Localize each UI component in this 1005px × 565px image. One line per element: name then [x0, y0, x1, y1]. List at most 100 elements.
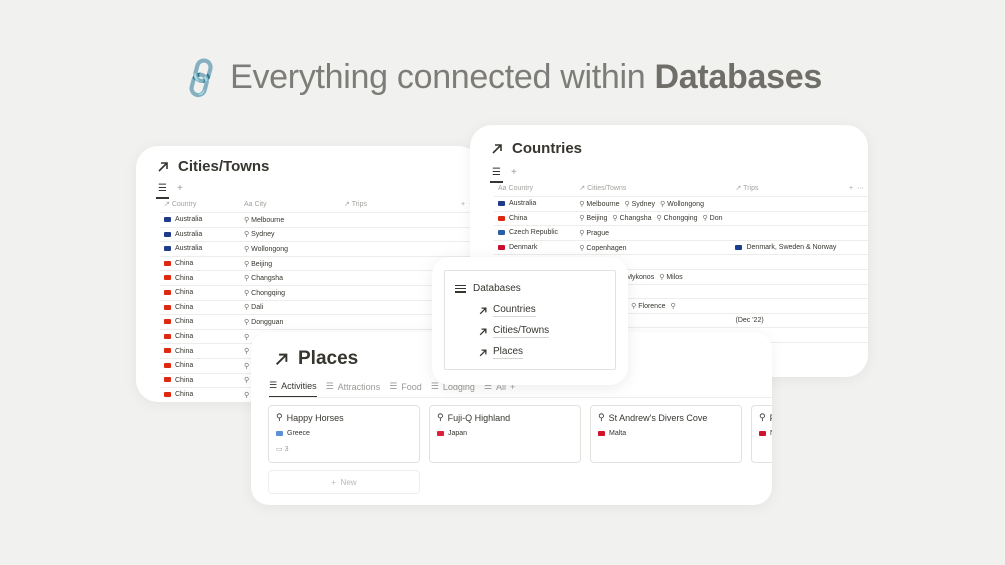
country-cell[interactable]: China: [160, 387, 240, 402]
cities-cell[interactable]: ⚲ Prague: [575, 225, 732, 241]
flag-icon: [437, 431, 444, 436]
place-card[interactable]: ⚲ Happy Horses Greece ▭ 3: [268, 405, 420, 463]
city-cell[interactable]: ⚲ Dali: [240, 300, 340, 316]
trips-cell[interactable]: [731, 196, 841, 212]
place-country: N: [759, 430, 772, 437]
cities-title-text: Cities/Towns: [178, 158, 270, 175]
country-cell[interactable]: China: [494, 211, 576, 227]
country-cell[interactable]: Denmark: [494, 240, 576, 256]
list-icon: ☰: [430, 381, 439, 391]
country-cell[interactable]: China: [160, 270, 240, 286]
city-cell[interactable]: ⚲ Beijing: [240, 256, 340, 272]
table-row[interactable]: China ⚲ Beijing ⚲ Changsha ⚲ Chongqing ⚲ Don: [494, 211, 868, 227]
cities-cell[interactable]: ⚲ Melbourne ⚲ Sydney ⚲ Wollongong: [575, 196, 732, 212]
list-icon: ☰: [325, 381, 334, 391]
table-row[interactable]: Australia ⚲ Melbourne ⚲ Sydney ⚲ Wollongong: [494, 196, 868, 212]
table-row[interactable]: Czech Republic ⚲ Prague: [494, 225, 868, 241]
cities-title[interactable]: Cities/Towns: [156, 158, 269, 175]
country-cell[interactable]: China: [160, 343, 240, 359]
country-cell[interactable]: China: [160, 373, 240, 389]
menu-item-countries[interactable]: Countries: [478, 304, 536, 317]
country-cell[interactable]: Czech Republic: [494, 225, 576, 241]
countries-title[interactable]: Countries: [490, 140, 582, 157]
country-cell[interactable]: Australia: [160, 212, 240, 228]
city-cell[interactable]: ⚲ Wollongong: [240, 241, 340, 257]
trips-cell[interactable]: [731, 225, 841, 241]
table-row[interactable]: Denmark ⚲ Copenhagen Denmark, Sweden & Norw…: [494, 240, 868, 256]
country-cell[interactable]: China: [160, 329, 240, 345]
city-cell[interactable]: ⚲ Changsha: [240, 270, 340, 286]
city-chip: ⚲ Wollongong: [659, 200, 704, 208]
flag-icon: [164, 348, 171, 354]
tab-food[interactable]: ☰ Food: [389, 380, 422, 398]
country-cell[interactable]: China: [160, 314, 240, 330]
pin-icon: ⚲: [612, 215, 618, 223]
pin-icon: ⚲: [244, 362, 250, 370]
pin-icon: ⚲: [244, 245, 250, 253]
linked-arrow-icon: [490, 142, 504, 156]
new-page-button[interactable]: + New: [268, 470, 420, 494]
col-actions[interactable]: + ⋯: [840, 180, 868, 197]
country-cell[interactable]: Australia: [494, 196, 576, 212]
flag-icon: [498, 200, 505, 206]
trips-cell[interactable]: [731, 269, 841, 285]
country-cell[interactable]: China: [160, 358, 240, 374]
place-card[interactable]: ⚲F N: [751, 405, 772, 463]
trips-cell[interactable]: (Dec '22): [731, 313, 841, 329]
cities-cell[interactable]: ⚲ Beijing ⚲ Changsha ⚲ Chongqing ⚲ Don: [575, 211, 732, 227]
trips-cell[interactable]: [340, 227, 450, 243]
flag-icon: [164, 216, 171, 222]
trips-cell[interactable]: [731, 298, 841, 314]
trips-cell[interactable]: [731, 284, 841, 300]
flag-icon: [598, 431, 605, 436]
city-chip: ⚲ Copenhagen: [579, 244, 627, 252]
databases-menu: Databases Countries Cities/Towns Places: [444, 270, 616, 370]
col-country[interactable]: ↗ Country: [160, 196, 240, 213]
place-card[interactable]: ⚲ St Andrew's Divers Cove Malta: [590, 405, 742, 463]
flag-icon: [164, 260, 171, 266]
cities-cell[interactable]: ⚲ Copenhagen: [575, 240, 732, 256]
city-cell[interactable]: ⚲ Chongqing: [240, 285, 340, 301]
country-cell[interactable]: China: [160, 256, 240, 272]
col-trips[interactable]: ↗ Trips: [731, 180, 841, 197]
city-cell[interactable]: ⚲ Sydney: [240, 227, 340, 243]
add-view-icon[interactable]: +: [511, 167, 517, 178]
table-row[interactable]: Australia ⚲ Sydney: [160, 227, 480, 243]
col-cities[interactable]: ↗ Cities/Towns: [575, 180, 732, 197]
tab-activities[interactable]: ☰ Activities: [269, 380, 317, 398]
city-cell[interactable]: ⚲ Dongguan: [240, 314, 340, 330]
menu-item-places[interactable]: Places: [478, 346, 524, 359]
flag-icon: [276, 431, 283, 436]
trips-cell[interactable]: [731, 211, 841, 227]
table-view-icon[interactable]: ☰: [490, 167, 503, 183]
pin-icon: ⚲: [579, 200, 585, 208]
trips-cell[interactable]: Denmark, Sweden & Norway: [731, 240, 841, 256]
col-trips[interactable]: ↗ Trips: [340, 196, 450, 213]
trips-cell[interactable]: [340, 241, 450, 257]
place-card[interactable]: ⚲ Fuji-Q Highland Japan: [429, 405, 581, 463]
country-cell[interactable]: Australia: [160, 241, 240, 257]
table-row[interactable]: Australia ⚲ Wollongong: [160, 241, 480, 257]
places-title[interactable]: Places: [273, 348, 358, 370]
flag-icon: [164, 246, 171, 252]
trips-cell[interactable]: [731, 254, 841, 270]
place-name: ⚲ Happy Horses: [276, 412, 344, 423]
pin-icon: ⚲: [244, 289, 250, 297]
pin-icon: ⚲: [276, 412, 283, 422]
add-view-icon[interactable]: +: [177, 183, 183, 194]
col-city[interactable]: Aa City: [240, 196, 340, 213]
menu-item-cities-towns[interactable]: Cities/Towns: [478, 325, 550, 338]
table-row[interactable]: Australia ⚲ Melbourne: [160, 212, 480, 228]
pin-icon: ⚲: [244, 333, 250, 341]
country-cell[interactable]: China: [160, 300, 240, 316]
table-view-icon[interactable]: ☰: [156, 183, 169, 199]
linked-arrow-icon: [478, 327, 488, 337]
country-cell[interactable]: China: [160, 285, 240, 301]
col-country[interactable]: Aa Country: [494, 180, 576, 197]
country-cell[interactable]: Australia: [160, 227, 240, 243]
tab-attractions[interactable]: ☰ Attractions: [326, 380, 381, 398]
city-cell[interactable]: ⚲ Melbourne: [240, 212, 340, 228]
trips-cell[interactable]: [340, 212, 450, 228]
flag-icon: [164, 289, 171, 295]
pin-icon: ⚲: [244, 348, 250, 356]
